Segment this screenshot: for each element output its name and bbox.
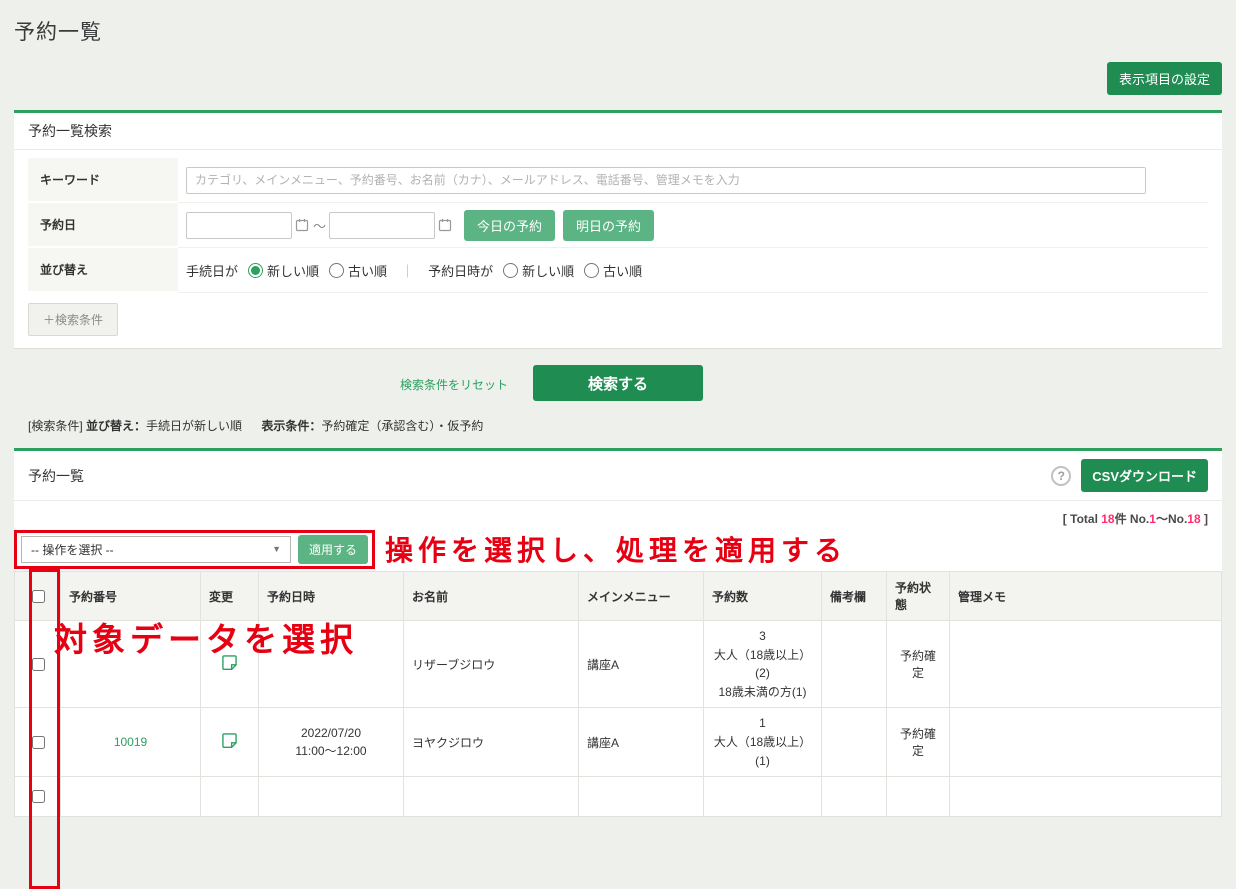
date-to-input[interactable] <box>329 211 436 239</box>
customer-name: ヨヤクジロウ <box>403 707 579 778</box>
main-menu: 講座A <box>578 707 704 778</box>
date-row: 予約日 ～ 今日の予約 明日の予約 <box>28 203 1208 248</box>
total-range-from: 1 <box>1149 512 1156 526</box>
sort-resdate-oldest-label: 古い順 <box>603 263 643 279</box>
bulk-action-selected-value: -- 操作を選択 -- <box>31 542 114 557</box>
total-count-value: 18 <box>1101 512 1115 526</box>
summary-prefix: [検索条件] <box>28 419 83 433</box>
search-panel-title: 予約一覧検索 <box>28 123 112 139</box>
table-row: 10019 2022/07/20 11:00～12:00 ヨヤクジロウ 講座A … <box>14 707 1222 778</box>
col-header-number: 予約番号 <box>60 571 201 621</box>
reservation-status: 予約確定 <box>886 707 950 778</box>
sort-group2-label: 予約日時が <box>428 263 494 279</box>
row-checkbox[interactable] <box>31 735 45 749</box>
page-title: 予約一覧 <box>14 21 102 44</box>
edit-note-icon[interactable] <box>221 654 238 671</box>
sort-resdate-newest-radio[interactable] <box>503 262 519 278</box>
apply-button[interactable]: 適用する <box>298 534 369 564</box>
keyword-input[interactable] <box>186 166 1146 194</box>
table-header-row: 予約番号 変更 予約日時 お名前 メインメニュー 予約数 備考欄 予約状態 管理… <box>14 571 1222 621</box>
remarks <box>821 707 887 778</box>
search-form: キーワード 予約日 ～ 今日 <box>28 158 1208 293</box>
reset-search-conditions-link[interactable]: 検索条件をリセット <box>400 376 508 393</box>
admin-memo <box>949 707 1222 778</box>
edit-note-icon[interactable] <box>221 732 238 749</box>
reservation-datetime: 2022/07/20 11:00～12:00 <box>258 707 404 778</box>
date-range-separator: ～ <box>313 218 327 234</box>
tomorrow-reservation-button[interactable]: 明日の予約 <box>563 209 655 241</box>
customer-name: リザーブジロウ <box>403 619 579 709</box>
col-header-status: 予約状態 <box>886 571 950 621</box>
summary-display-value: 予約確定（承認含む）・仮予約 <box>321 419 484 433</box>
date-label: 予約日 <box>28 203 178 248</box>
reservation-count: 1 大人（18歳以上）(1) <box>703 707 822 778</box>
search-submit-button[interactable]: 検索する <box>533 365 703 401</box>
col-header-change: 変更 <box>200 571 259 621</box>
summary-display-label: 表示条件： <box>261 419 322 433</box>
reservation-table: 予約番号 変更 予約日時 お名前 メインメニュー 予約数 備考欄 予約状態 管理… <box>14 571 1222 818</box>
reservation-number-link[interactable]: 10019 <box>114 735 147 749</box>
col-header-name: お名前 <box>403 571 579 621</box>
col-header-note: 備考欄 <box>821 571 887 621</box>
admin-memo <box>949 619 1222 709</box>
sort-label: 並び替え <box>28 248 178 293</box>
reservation-number <box>60 619 201 709</box>
sort-procdate-oldest-radio[interactable] <box>329 262 345 278</box>
select-all-checkbox[interactable] <box>31 589 45 603</box>
more-search-conditions-button[interactable]: ＋検索条件 <box>28 303 119 336</box>
help-icon[interactable]: ? <box>1051 465 1072 486</box>
reservation-count: 3 大人（18歳以上）(2) 18歳未満の方(1) <box>703 619 822 709</box>
sort-procdate-oldest-label: 古い順 <box>348 263 388 279</box>
table-row: リザーブジロウ 講座A 3 大人（18歳以上）(2) 18歳未満の方(1) 予約… <box>14 619 1222 709</box>
calendar-icon[interactable] <box>438 218 452 232</box>
summary-sort-label: 並び替え： <box>86 419 147 433</box>
bulk-action-highlight-box: -- 操作を選択 -- ▼ 適用する <box>14 529 376 569</box>
sort-group1-label: 手続日が <box>186 263 239 279</box>
calendar-icon[interactable] <box>295 218 309 232</box>
keyword-row: キーワード <box>28 158 1208 203</box>
csv-download-button[interactable]: CSVダウンロード <box>1081 459 1208 492</box>
search-conditions-summary: [検索条件] 並び替え：手続日が新しい順 表示条件：予約確定（承認含む）・仮予約 <box>28 417 1222 434</box>
sort-procdate-newest-radio[interactable] <box>248 262 264 278</box>
search-panel: 予約一覧検索 キーワード 予約日 ～ <box>14 110 1222 349</box>
row-checkbox[interactable] <box>31 790 45 804</box>
bulk-action-annotation: 操作を選択し、処理を適用する <box>385 535 848 566</box>
main-menu: 講座A <box>578 619 704 709</box>
table-row <box>14 776 1222 818</box>
chevron-down-icon: ▼ <box>272 544 281 554</box>
row-checkbox[interactable] <box>31 657 45 671</box>
reservation-status: 予約確定 <box>886 619 950 709</box>
bulk-action-select[interactable]: -- 操作を選択 -- ▼ <box>21 535 291 563</box>
total-count: [ Total 18件 No.1～No.18 ] <box>1062 512 1208 526</box>
remarks <box>821 619 887 709</box>
summary-sort-value: 手続日が新しい順 <box>146 419 243 433</box>
col-header-datetime: 予約日時 <box>258 571 404 621</box>
sort-group-divider: ｜ <box>401 263 415 279</box>
col-header-menu: メインメニュー <box>578 571 704 621</box>
reservation-list-panel: 予約一覧 ? CSVダウンロード [ Total 18件 No.1～No.18 … <box>14 448 1222 889</box>
display-settings-button[interactable]: 表示項目の設定 <box>1106 62 1222 95</box>
sort-row: 並び替え 手続日が 新しい順 古い順 ｜ 予約日時が 新しい順 古い順 <box>28 248 1208 293</box>
sort-resdate-oldest-radio[interactable] <box>584 262 600 278</box>
col-header-count: 予約数 <box>703 571 822 621</box>
total-range-to: 18 <box>1187 512 1201 526</box>
list-panel-title: 予約一覧 <box>28 467 84 484</box>
sort-procdate-newest-label: 新しい順 <box>267 263 320 279</box>
reservation-datetime <box>258 619 404 709</box>
col-header-memo: 管理メモ <box>949 571 1222 621</box>
sort-resdate-newest-label: 新しい順 <box>522 263 575 279</box>
date-from-input[interactable] <box>186 211 292 239</box>
today-reservation-button[interactable]: 今日の予約 <box>464 209 556 241</box>
keyword-label: キーワード <box>28 158 178 203</box>
